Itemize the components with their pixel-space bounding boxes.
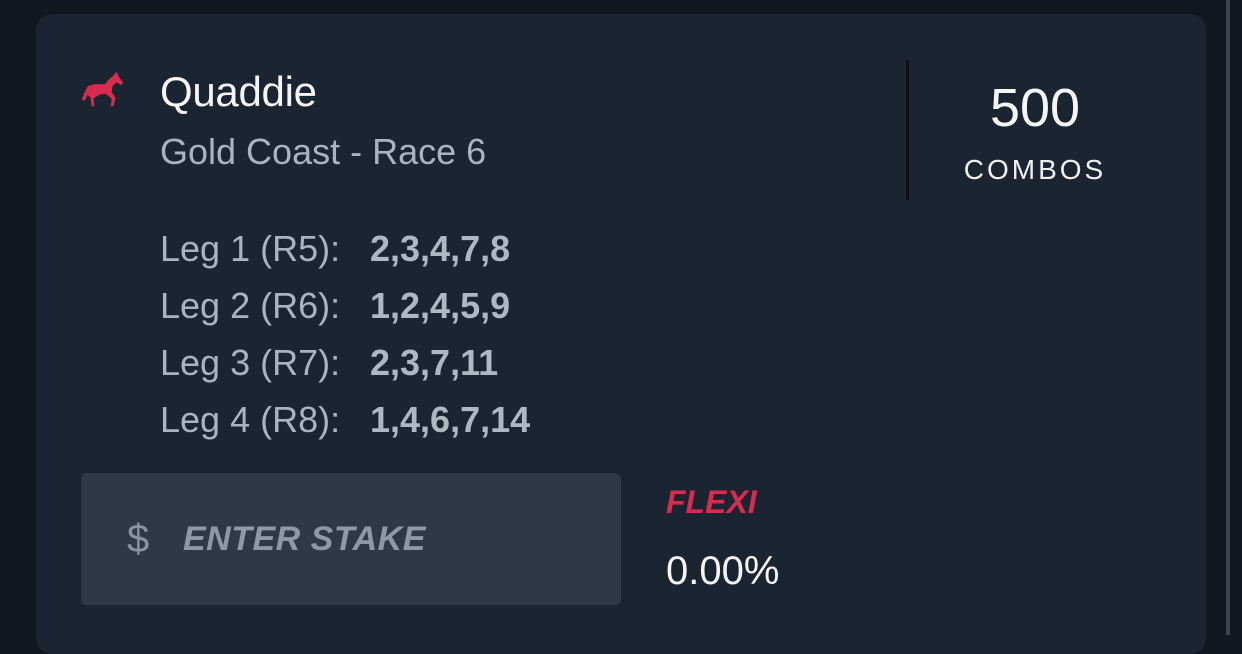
leg-runners: 1,4,6,7,14 — [370, 398, 531, 440]
leg-row: Leg 3 (R7): 2,3,7,11 — [160, 334, 530, 391]
leg-label: Leg 3 (R7): — [160, 341, 341, 383]
vertical-divider — [906, 60, 909, 200]
stake-input[interactable]: $ ENTER STAKE — [81, 473, 621, 605]
flexi-label: FLEXI — [666, 484, 757, 520]
leg-runners: 1,2,4,5,9 — [370, 284, 511, 326]
event-subtitle: Gold Coast - Race 6 — [160, 131, 487, 172]
leg-label: Leg 1 (R5): — [160, 227, 341, 269]
leg-runners: 2,3,4,7,8 — [370, 227, 511, 269]
leg-row: Leg 1 (R5): 2,3,4,7,8 — [160, 220, 530, 277]
dollar-icon: $ — [127, 516, 150, 561]
horse-icon — [81, 71, 124, 107]
bet-type-title: Quaddie — [160, 68, 317, 115]
leg-label: Leg 4 (R8): — [160, 398, 341, 440]
leg-row: Leg 4 (R8): 1,4,6,7,14 — [160, 391, 530, 448]
stake-placeholder: ENTER STAKE — [183, 519, 426, 558]
legs-list: Leg 1 (R5): 2,3,4,7,8 Leg 2 (R6): 1,2,4,… — [160, 220, 530, 448]
leg-runners: 2,3,7,11 — [370, 341, 499, 383]
leg-label: Leg 2 (R6): — [160, 284, 341, 326]
combos-count: 500 — [989, 78, 1081, 138]
flexi-value: 0.00% — [666, 549, 780, 593]
combos-label: COMBOS — [963, 154, 1107, 185]
leg-row: Leg 2 (R6): 1,2,4,5,9 — [160, 277, 530, 334]
scrollbar[interactable] — [1226, 0, 1230, 635]
